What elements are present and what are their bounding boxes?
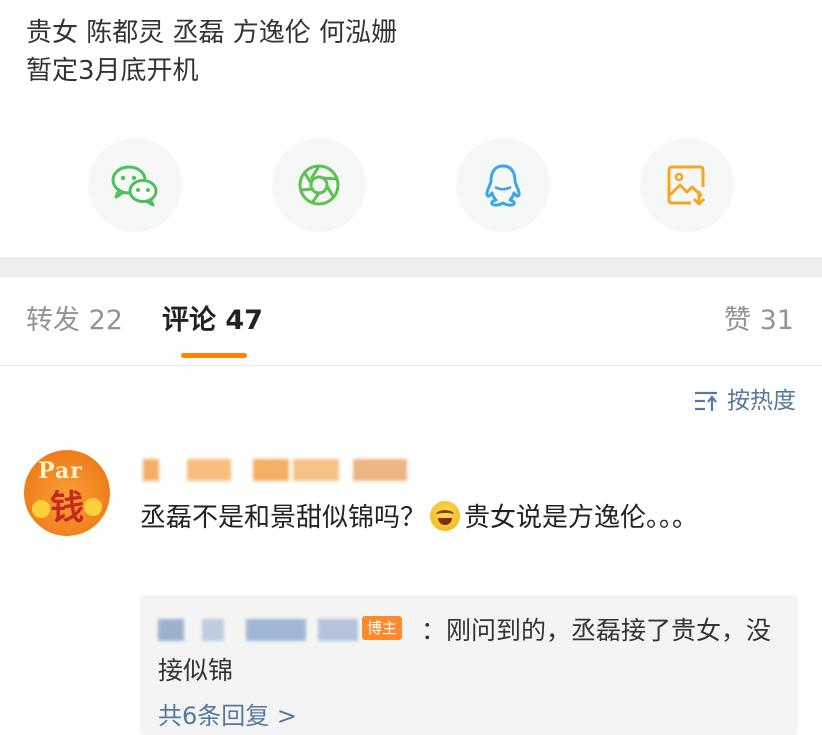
tab-likes[interactable]: 赞 31 [724, 305, 794, 337]
share-wechat-button[interactable] [88, 138, 182, 232]
sort-toggle[interactable]: 按热度 [693, 386, 796, 416]
save-image-button[interactable] [640, 138, 734, 232]
reply-text: ：刚问到的，丞磊接了贵女，没接似锦 [158, 616, 772, 685]
save-image-icon [667, 165, 706, 206]
avatar-decoration [32, 500, 50, 518]
reply-preview[interactable]: ：刚问到的，丞磊接了贵女，没接似锦 博主 共6条回复 > [140, 595, 798, 735]
avatar[interactable]: Par 钱 [24, 450, 110, 536]
post-line-schedule: 暂定3月底开机 [26, 56, 199, 86]
comment-text-part1: 丞磊不是和景甜似锦吗？ [140, 503, 427, 533]
avatar-decoration [84, 498, 102, 516]
comment-text-part2: 贵女说是方逸伦。。。 [464, 503, 699, 533]
share-qq-button[interactable] [456, 138, 550, 232]
section-divider [0, 257, 822, 277]
view-all-replies-link[interactable]: 共6条回复 > [158, 701, 297, 731]
commenter-name-redacted[interactable] [143, 459, 413, 483]
share-moments-button[interactable] [272, 138, 366, 232]
interaction-tabs: 转发 22 评论 47 赞 31 [0, 277, 822, 366]
avatar-text-mid: 钱 [50, 488, 84, 528]
moments-icon [298, 164, 340, 206]
sort-icon [695, 391, 717, 411]
qq-icon [485, 164, 521, 207]
wechat-icon [111, 165, 158, 207]
post-content: 贵女 陈都灵 丞磊 方逸伦 何泓姗 暂定3月底开机 [26, 14, 397, 90]
active-tab-indicator [181, 353, 247, 358]
sort-label: 按热度 [727, 388, 796, 414]
tab-comments[interactable]: 评论 47 [162, 305, 263, 337]
share-bar [0, 138, 822, 234]
laughing-tears-emoji [430, 501, 461, 531]
author-badge: 博主 [362, 616, 403, 640]
comment-body: 丞磊不是和景甜似锦吗？ 贵女说是方逸伦。。。 [140, 498, 750, 538]
post-line-cast: 贵女 陈都灵 丞磊 方逸伦 何泓姗 [26, 18, 398, 48]
tab-repost[interactable]: 转发 22 [26, 305, 123, 337]
